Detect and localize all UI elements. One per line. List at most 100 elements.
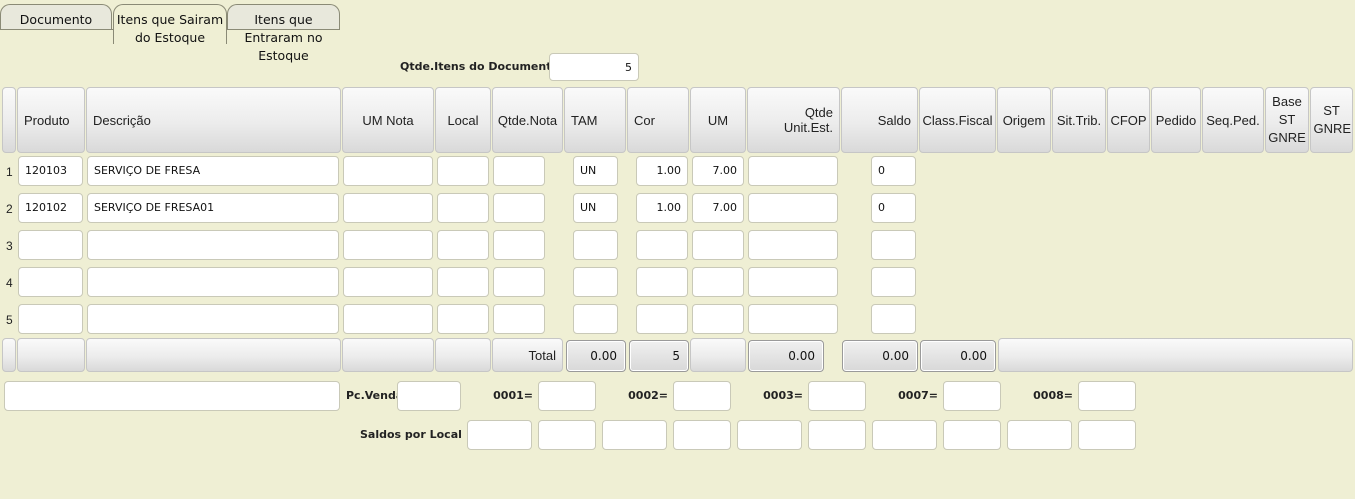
produto-cell[interactable] (18, 230, 83, 260)
um-nota-cell[interactable] (343, 156, 433, 186)
saldo-cell[interactable] (871, 267, 916, 297)
qtde-unit-est-cell[interactable] (748, 230, 838, 260)
totals-local (435, 338, 491, 372)
col-header-cor[interactable]: Cor (627, 87, 689, 153)
descricao-cell[interactable] (87, 304, 339, 334)
descricao-cell[interactable] (87, 230, 339, 260)
saldo-local-input[interactable] (808, 420, 866, 450)
cor-cell[interactable] (636, 267, 688, 297)
tam-cell[interactable] (573, 230, 618, 260)
tam-cell[interactable] (573, 304, 618, 334)
local-cell[interactable] (437, 304, 489, 334)
saldo-local-input[interactable] (1078, 420, 1136, 450)
local-cell[interactable] (437, 193, 489, 223)
totals-produto (17, 338, 85, 372)
col-header-st-gnre[interactable]: ST GNRE (1310, 87, 1353, 153)
saldo-local-input[interactable] (872, 420, 937, 450)
tab-itens-entraram[interactable]: Itens que Entraram no Estoque (227, 4, 340, 63)
col-header-um-nota[interactable]: UM Nota (342, 87, 434, 153)
col-header-qtde-unit-est[interactable]: Qtde Unit.Est. (747, 87, 840, 153)
qtde-nota-cell[interactable] (493, 267, 545, 297)
um-cell[interactable] (692, 230, 744, 260)
pc-venda-label: Pc.Venda (346, 389, 404, 402)
row-number: 5 (6, 313, 13, 327)
produto-cell[interactable]: 120102 (18, 193, 83, 223)
col-header-sit-trib[interactable]: Sit.Trib. (1052, 87, 1106, 153)
local-cell[interactable] (437, 156, 489, 186)
um-cell[interactable] (692, 304, 744, 334)
col-header-cfop[interactable]: CFOP (1107, 87, 1150, 153)
descricao-cell[interactable]: SERVIÇO DE FRESA (87, 156, 339, 186)
saldos-por-local-label: Saldos por Local (360, 428, 462, 441)
saldo-cell[interactable]: 0 (871, 156, 916, 186)
col-header-origem[interactable]: Origem (997, 87, 1051, 153)
cor-cell[interactable] (636, 230, 688, 260)
saldo-local-input[interactable] (602, 420, 667, 450)
um-nota-cell[interactable] (343, 267, 433, 297)
um-cell[interactable] (692, 267, 744, 297)
input-0007[interactable] (943, 381, 1001, 411)
qtde-unit-est-cell[interactable] (748, 304, 838, 334)
produto-cell[interactable]: 120103 (18, 156, 83, 186)
qtde-unit-est-cell[interactable] (748, 156, 838, 186)
produto-cell[interactable] (18, 304, 83, 334)
col-header-pedido[interactable]: Pedido (1151, 87, 1201, 153)
um-cell[interactable]: 7.00 (692, 193, 744, 223)
input-0003[interactable] (808, 381, 866, 411)
tam-cell[interactable]: UN (573, 193, 618, 223)
saldo-local-input[interactable] (1007, 420, 1072, 450)
local-cell[interactable] (437, 267, 489, 297)
local-cell[interactable] (437, 230, 489, 260)
qtde-unit-est-cell[interactable] (748, 267, 838, 297)
qtde-itens-field[interactable]: 5 (549, 53, 639, 81)
saldo-local-input[interactable] (943, 420, 1001, 450)
um-cell[interactable]: 7.00 (692, 156, 744, 186)
total-qtde-unit-est: 0.00 (748, 340, 824, 372)
col-header-saldo[interactable]: Saldo (841, 87, 918, 153)
saldo-local-input[interactable] (538, 420, 596, 450)
um-nota-cell[interactable] (343, 193, 433, 223)
col-header-qtde-nota-label: Qtde.Nota (497, 112, 558, 128)
tab-documento[interactable]: Documento (0, 4, 112, 30)
pc-venda-input[interactable] (397, 381, 461, 411)
col-header-base-st-gnre[interactable]: Base ST GNRE (1265, 87, 1309, 153)
tab-itens-sairam[interactable]: Itens que Sairam do Estoque (113, 4, 227, 45)
observacao-input[interactable] (4, 381, 340, 411)
total-cor: 5 (629, 340, 689, 372)
saldo-local-input[interactable] (467, 420, 532, 450)
cor-cell[interactable] (636, 304, 688, 334)
label-0002: 0002= (628, 389, 668, 402)
descricao-cell[interactable] (87, 267, 339, 297)
total-class-fiscal: 0.00 (920, 340, 996, 372)
tab-baseline (227, 29, 340, 30)
input-0002[interactable] (673, 381, 731, 411)
col-header-descricao[interactable]: Descrição (86, 87, 341, 153)
saldo-cell[interactable] (871, 304, 916, 334)
qtde-nota-cell[interactable] (493, 230, 545, 260)
saldo-cell[interactable] (871, 230, 916, 260)
col-header-um[interactable]: UM (690, 87, 746, 153)
qtde-nota-cell[interactable] (493, 193, 545, 223)
um-nota-cell[interactable] (343, 230, 433, 260)
produto-cell[interactable] (18, 267, 83, 297)
descricao-cell[interactable]: SERVIÇO DE FRESA01 (87, 193, 339, 223)
tam-cell[interactable]: UN (573, 156, 618, 186)
saldo-cell[interactable]: 0 (871, 193, 916, 223)
qtde-nota-cell[interactable] (493, 156, 545, 186)
input-0008[interactable] (1078, 381, 1136, 411)
col-header-seq-ped[interactable]: Seq.Ped. (1202, 87, 1264, 153)
um-nota-cell[interactable] (343, 304, 433, 334)
col-header-qtde-nota[interactable]: Qtde.Nota (492, 87, 563, 153)
cor-cell[interactable]: 1.00 (636, 193, 688, 223)
saldo-local-input[interactable] (673, 420, 731, 450)
saldo-local-input[interactable] (737, 420, 802, 450)
qtde-nota-cell[interactable] (493, 304, 545, 334)
tam-cell[interactable] (573, 267, 618, 297)
col-header-class-fiscal[interactable]: Class.Fiscal (919, 87, 996, 153)
input-0001[interactable] (538, 381, 596, 411)
col-header-produto[interactable]: Produto (17, 87, 85, 153)
col-header-tam[interactable]: TAM (564, 87, 626, 153)
col-header-local[interactable]: Local (435, 87, 491, 153)
qtde-unit-est-cell[interactable] (748, 193, 838, 223)
cor-cell[interactable]: 1.00 (636, 156, 688, 186)
